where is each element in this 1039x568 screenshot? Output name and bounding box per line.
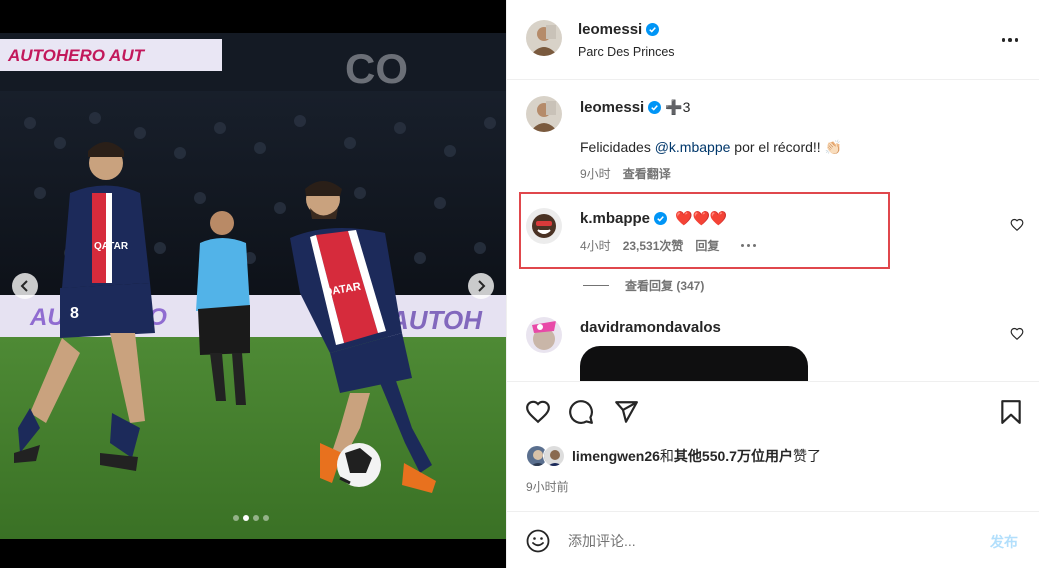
carousel-dot-active bbox=[243, 515, 249, 521]
comment-username[interactable]: davidramondavalos bbox=[580, 319, 721, 336]
comment-options-button[interactable] bbox=[741, 244, 757, 247]
comment-like-count[interactable]: 23,531次赞 bbox=[623, 237, 684, 254]
instagram-post-modal: AUTOHERO AUT CO AUTOHERO AUTOH bbox=[0, 0, 1039, 568]
comment-bubble-icon[interactable] bbox=[568, 399, 594, 425]
comment-username[interactable]: leomessi bbox=[580, 99, 644, 116]
view-replies-label: 查看回复 (347) bbox=[625, 279, 705, 293]
comment-meta: 4小时 23,531次赞 回复 bbox=[580, 237, 757, 254]
svg-text:8: 8 bbox=[70, 305, 79, 322]
carousel-indicator bbox=[233, 515, 269, 521]
like-comment-heart-icon[interactable] bbox=[1010, 218, 1024, 232]
emoji-picker-icon[interactable] bbox=[526, 529, 550, 553]
author-avatar[interactable] bbox=[526, 20, 562, 56]
comment-text-prefix: Felicidades bbox=[580, 139, 655, 155]
chevron-left-icon bbox=[20, 280, 28, 292]
more-dot bbox=[741, 244, 745, 247]
see-translation-link[interactable]: 查看翻译 bbox=[623, 165, 671, 182]
post-actions: limengwen26 和其他550.7万位用户 赞了 9小时前 bbox=[507, 381, 1039, 511]
carousel-dot bbox=[253, 515, 259, 521]
chevron-right-icon bbox=[478, 280, 486, 292]
comment-emoji: ➕3 bbox=[665, 99, 691, 115]
more-dot bbox=[1001, 38, 1006, 42]
comment-author: k.mbappe ❤️❤️❤️ bbox=[580, 210, 727, 227]
comment-text-suffix: por el récord!! 👏🏻 bbox=[730, 139, 842, 155]
verified-badge-icon bbox=[648, 101, 662, 114]
post-location[interactable]: Parc Des Princes bbox=[578, 45, 675, 59]
replies-divider bbox=[583, 285, 609, 286]
share-send-icon[interactable] bbox=[613, 399, 639, 425]
comment-avatar[interactable] bbox=[526, 96, 562, 132]
liker-avatar[interactable] bbox=[543, 445, 565, 467]
comment-username[interactable]: k.mbappe bbox=[580, 210, 650, 227]
svg-text:QATAR: QATAR bbox=[94, 241, 129, 252]
verified-badge-icon bbox=[646, 23, 660, 36]
more-options-button[interactable] bbox=[1000, 30, 1020, 50]
like-heart-icon[interactable] bbox=[525, 399, 551, 425]
more-dot bbox=[1008, 38, 1012, 42]
post-photo: AUTOHERO AUT CO AUTOHERO AUTOH bbox=[0, 33, 506, 539]
svg-text:AUTOH: AUTOH bbox=[389, 305, 483, 335]
more-dot bbox=[1014, 38, 1019, 42]
carousel-dot bbox=[233, 515, 239, 521]
comment-time[interactable]: 4小时 bbox=[580, 237, 611, 254]
likes-connector: 和 bbox=[659, 448, 674, 464]
carousel-dot bbox=[263, 515, 269, 521]
more-dot bbox=[753, 244, 757, 247]
like-comment-heart-icon[interactable] bbox=[1010, 327, 1024, 341]
comment-author: davidramondavalos bbox=[580, 319, 721, 336]
svg-text:CO: CO bbox=[345, 45, 408, 92]
post-comment-button[interactable]: 发布 bbox=[990, 532, 1018, 552]
post-side-panel: leomessi Parc Des Princes leomessi ➕3 Fe… bbox=[506, 0, 1039, 568]
likes-summary: limengwen26 和其他550.7万位用户 赞了 bbox=[526, 445, 821, 467]
post-timestamp[interactable]: 9小时前 bbox=[526, 478, 569, 495]
comments-list[interactable]: leomessi ➕3 Felicidades @k.mbappe por el… bbox=[507, 81, 1039, 381]
comment-meta: 9小时 查看翻译 bbox=[580, 165, 671, 182]
comment-time[interactable]: 9小时 bbox=[580, 165, 611, 182]
other-likers-link[interactable]: 其他550.7万位用户 bbox=[674, 446, 793, 466]
post-header: leomessi Parc Des Princes bbox=[507, 0, 1039, 80]
post-media: AUTOHERO AUT CO AUTOHERO AUTOH bbox=[0, 0, 506, 568]
carousel-next-button[interactable] bbox=[468, 273, 494, 299]
comment-composer: 发布 bbox=[507, 511, 1039, 568]
comment-avatar[interactable] bbox=[526, 317, 562, 353]
liker-username[interactable]: limengwen26 bbox=[572, 448, 660, 464]
reply-button[interactable]: 回复 bbox=[695, 237, 719, 254]
mention-link[interactable]: @k.mbappe bbox=[655, 139, 731, 155]
comment-emoji: ❤️❤️❤️ bbox=[675, 210, 728, 226]
comment-text: Felicidades @k.mbappe por el récord!! 👏🏻 bbox=[580, 139, 842, 156]
author-username[interactable]: leomessi bbox=[578, 21, 642, 38]
liker-avatars bbox=[526, 445, 566, 467]
save-bookmark-icon[interactable] bbox=[999, 399, 1023, 425]
highlight-annotation bbox=[519, 192, 890, 269]
comment-input[interactable] bbox=[568, 530, 968, 552]
comment-avatar[interactable] bbox=[526, 208, 562, 244]
comment-media-preview[interactable] bbox=[580, 346, 808, 381]
verified-badge-icon bbox=[654, 212, 668, 225]
svg-text:AUTOHERO AUT: AUTOHERO AUT bbox=[7, 46, 146, 65]
view-replies-button[interactable]: 查看回复 (347) bbox=[583, 277, 704, 294]
more-dot bbox=[747, 244, 751, 247]
likes-suffix: 赞了 bbox=[792, 448, 821, 464]
carousel-prev-button[interactable] bbox=[12, 273, 38, 299]
comment-author: leomessi ➕3 bbox=[580, 99, 690, 116]
